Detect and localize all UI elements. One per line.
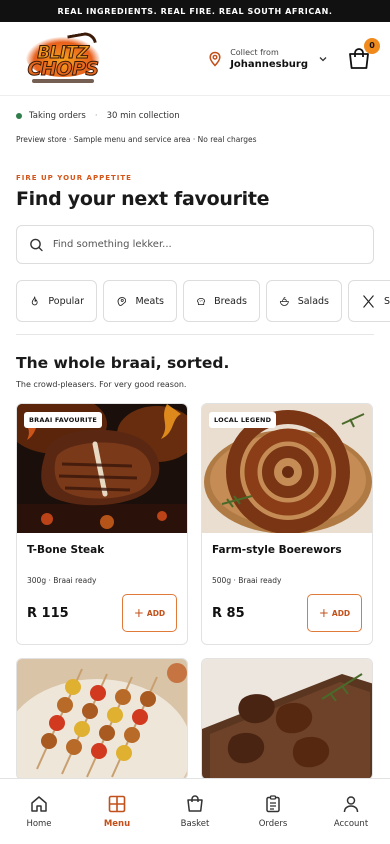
logo-word-2: CHOPS xyxy=(27,57,100,80)
location-label: Collect from xyxy=(230,47,279,57)
category-breads[interactable]: Breads xyxy=(183,280,260,322)
category-label: Salads xyxy=(297,295,329,307)
hero-eyebrow: FIRE UP YOUR APPETITE xyxy=(16,174,132,182)
bread-icon xyxy=(197,297,206,305)
add-label: ADD xyxy=(146,608,166,618)
product-image xyxy=(202,659,372,779)
tab-orders[interactable]: Orders xyxy=(234,779,312,844)
category-label: Breads xyxy=(214,295,247,307)
location-city: Johannesburg xyxy=(230,58,308,70)
category-chips: Popular Meats Breads Salads Si xyxy=(0,280,390,322)
product-price: R 115 xyxy=(27,605,69,621)
product-meta: 300g · Braai ready xyxy=(27,576,97,585)
product-price: R 85 xyxy=(212,605,245,621)
tab-label: Home xyxy=(26,819,52,829)
menu-grid-icon xyxy=(108,795,126,813)
add-label: ADD xyxy=(331,608,351,618)
tab-basket[interactable]: Basket xyxy=(156,779,234,844)
store-status: Taking orders · 30 min collection Previe… xyxy=(0,96,390,144)
search-bar[interactable] xyxy=(16,225,374,264)
user-icon xyxy=(343,796,359,813)
tab-label: Account xyxy=(333,819,369,829)
tab-menu[interactable]: Menu xyxy=(78,779,156,844)
product-name: Farm-style Boerewors xyxy=(212,544,342,556)
product-card-tbone[interactable]: BRAAI FAVOURITE T-Bone Steak 300g · Braa… xyxy=(16,403,188,645)
page-title: Find your next favourite xyxy=(16,188,270,210)
category-popular[interactable]: Popular xyxy=(16,280,97,322)
add-to-basket-button[interactable]: + ADD xyxy=(307,594,362,632)
search-input[interactable] xyxy=(52,239,361,250)
product-meta: 500g · Braai ready xyxy=(212,576,282,585)
announcement-text: REAL INGREDIENTS. REAL FIRE. REAL SOUTH … xyxy=(57,6,333,16)
product-card-sosaties[interactable] xyxy=(16,658,188,780)
preview-note: Preview store · Sample menu and service … xyxy=(16,135,257,144)
brand-logo[interactable]: BLITZ CHOPS xyxy=(22,30,104,87)
tab-account[interactable]: Account xyxy=(312,779,390,844)
category-label: Si xyxy=(384,295,390,307)
product-card-lamb-chops[interactable] xyxy=(201,658,373,780)
product-image: BRAAI FAVOURITE xyxy=(17,404,187,533)
home-icon xyxy=(31,796,47,812)
clipboard-icon xyxy=(266,795,280,813)
status-separator: · xyxy=(94,111,98,121)
plus-icon: + xyxy=(318,606,329,620)
category-salads[interactable]: Salads xyxy=(266,280,342,322)
salad-bowl-icon xyxy=(279,296,289,306)
tab-label: Menu xyxy=(103,819,131,829)
tab-label: Orders xyxy=(258,819,288,829)
product-card-boerewors[interactable]: LOCAL LEGEND Farm-style Boerewors 500g ·… xyxy=(201,403,373,645)
section-title: The whole braai, sorted. xyxy=(16,354,230,372)
bottom-tab-bar: Home Menu Basket Orders Account xyxy=(0,778,390,844)
chevron-down-icon xyxy=(319,56,327,61)
tab-label: Basket xyxy=(180,819,210,829)
category-label: Meats xyxy=(135,295,164,307)
basket-icon xyxy=(187,795,203,812)
product-grid: BRAAI FAVOURITE T-Bone Steak 300g · Braa… xyxy=(0,403,390,780)
hero: FIRE UP YOUR APPETITE Find your next fav… xyxy=(0,174,390,210)
divider xyxy=(16,334,374,335)
status-collection: 30 min collection xyxy=(106,111,180,121)
featured-section: The whole braai, sorted. The crowd-pleas… xyxy=(0,354,390,389)
tab-home[interactable]: Home xyxy=(0,779,78,844)
basket-button[interactable]: 0 xyxy=(346,37,380,72)
plus-icon: + xyxy=(133,606,144,620)
steak-icon xyxy=(117,296,127,306)
flame-icon xyxy=(31,295,38,305)
status-dot xyxy=(16,113,22,119)
basket-count-badge: 0 xyxy=(364,37,380,54)
product-image: LOCAL LEGEND xyxy=(202,404,372,533)
section-subtitle: The crowd-pleasers. For very good reason… xyxy=(16,380,187,389)
category-label: Popular xyxy=(48,295,84,307)
announcement-bar: REAL INGREDIENTS. REAL FIRE. REAL SOUTH … xyxy=(0,0,390,22)
product-image xyxy=(17,659,187,779)
category-meats[interactable]: Meats xyxy=(103,280,177,322)
product-badge: BRAAI FAVOURITE xyxy=(24,412,103,428)
utensils-icon xyxy=(363,294,374,308)
location-selector[interactable]: Collect from Johannesburg xyxy=(207,48,328,70)
search-icon xyxy=(30,238,43,251)
map-pin-icon xyxy=(209,51,221,67)
add-to-basket-button[interactable]: + ADD xyxy=(122,594,177,632)
header: BLITZ CHOPS Collect from Johannesburg 0 xyxy=(0,22,390,96)
category-sides[interactable]: Si xyxy=(348,280,390,322)
status-orders: Taking orders xyxy=(29,111,86,121)
product-name: T-Bone Steak xyxy=(27,544,105,556)
logo-tagline xyxy=(32,78,94,83)
product-badge: LOCAL LEGEND xyxy=(209,412,277,428)
